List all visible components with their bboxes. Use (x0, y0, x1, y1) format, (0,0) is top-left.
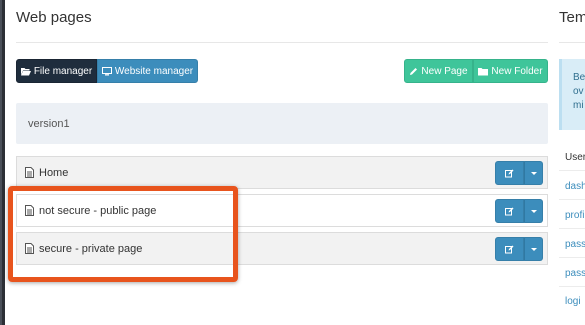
caret-down-icon (530, 209, 537, 213)
new-folder-label: New Folder (491, 65, 543, 77)
template-link[interactable]: profi (565, 210, 584, 221)
app-sidebar-edge (0, 0, 5, 325)
user-column-header: User (565, 152, 585, 163)
version-label: version1 (28, 117, 70, 130)
desktop-icon (101, 66, 112, 76)
row-actions (495, 237, 543, 261)
pencil-icon (409, 67, 418, 76)
template-link[interactable]: logi (565, 296, 581, 307)
info-alert: Be ov mi (559, 59, 585, 130)
row-actions (495, 199, 543, 223)
row-divider (559, 170, 585, 171)
side-panel-title: Tem (559, 9, 585, 26)
folder-icon (478, 67, 489, 76)
page-row-label: Home (39, 166, 69, 179)
row-divider (559, 228, 585, 229)
page-row-private[interactable]: secure - private page (16, 232, 548, 265)
new-folder-button[interactable]: New Folder (473, 59, 548, 83)
header-divider (16, 42, 548, 43)
edit-icon (505, 207, 514, 216)
info-text-line: Be (573, 72, 585, 83)
row-divider (559, 286, 585, 287)
page-options-dropdown[interactable] (524, 199, 543, 223)
template-link[interactable]: dash (565, 181, 585, 192)
website-manager-label: Website manager (114, 65, 194, 77)
new-page-button[interactable]: New Page (404, 59, 473, 83)
edit-icon (505, 245, 514, 254)
side-panel-divider (559, 42, 585, 43)
side-panel: Tem Be ov mi User dash profi pass pass l… (557, 0, 585, 325)
edit-icon (505, 169, 514, 178)
file-text-icon (25, 167, 34, 178)
page-options-dropdown[interactable] (524, 161, 543, 185)
file-manager-button[interactable]: File manager (16, 59, 97, 83)
page-options-dropdown[interactable] (524, 237, 543, 261)
edit-page-button[interactable] (495, 161, 524, 185)
folder-open-icon (20, 67, 31, 76)
file-text-icon (25, 243, 34, 254)
info-text-line: mi (573, 100, 584, 111)
file-manager-label: File manager (33, 65, 93, 77)
row-divider (559, 257, 585, 258)
file-text-icon (25, 205, 34, 216)
page-title: Web pages (16, 9, 92, 26)
website-manager-button[interactable]: Website manager (97, 59, 198, 83)
page-row-home[interactable]: Home (16, 156, 548, 189)
page-row-label: not secure - public page (39, 204, 157, 217)
version-panel: version1 (16, 103, 548, 144)
template-link[interactable]: pass (565, 268, 585, 279)
template-link[interactable]: pass (565, 239, 585, 250)
caret-down-icon (530, 171, 537, 175)
caret-down-icon (530, 247, 537, 251)
row-divider (559, 199, 585, 200)
edit-page-button[interactable] (495, 199, 524, 223)
page-row-label: secure - private page (39, 242, 143, 255)
new-page-label: New Page (421, 65, 468, 77)
info-text-line: ov (573, 86, 584, 97)
edit-page-button[interactable] (495, 237, 524, 261)
row-actions (495, 161, 543, 185)
page-row-public[interactable]: not secure - public page (16, 194, 548, 227)
